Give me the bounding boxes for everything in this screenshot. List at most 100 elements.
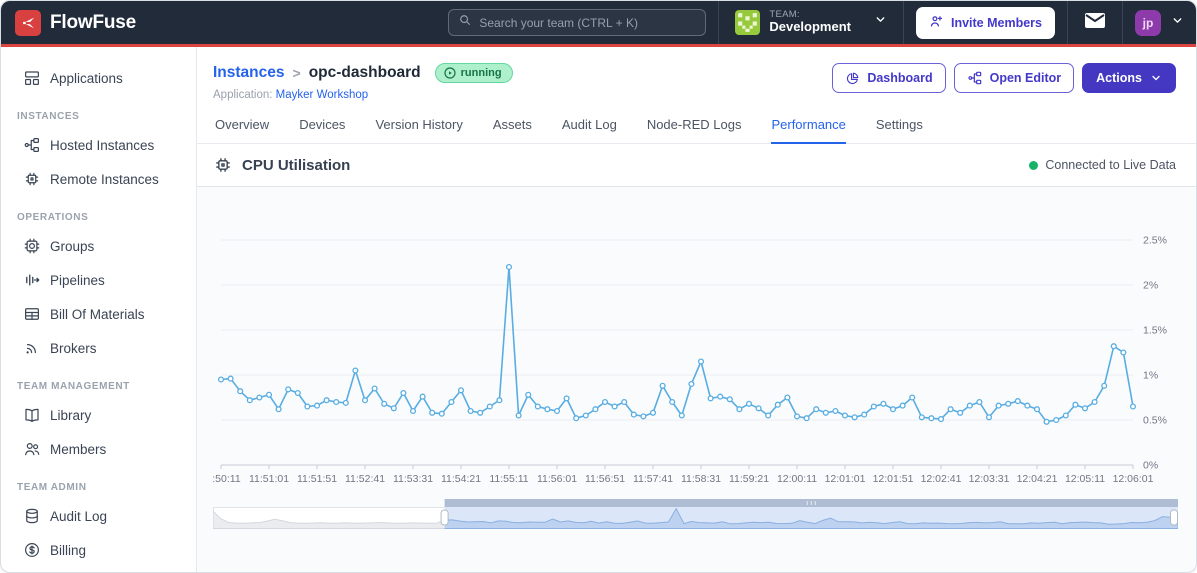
bill-of-materials-icon (25, 308, 39, 320)
sidebar-item-remote-instances[interactable]: Remote Instances (15, 162, 186, 196)
chevron-down-icon (1152, 75, 1160, 81)
brand[interactable]: FlowFuse (15, 9, 137, 36)
sidebar-item-library[interactable]: Library (15, 398, 186, 432)
billing-icon (25, 543, 39, 557)
sidebar-item-bill-of-materials[interactable]: Bill Of Materials (15, 297, 186, 331)
svg-text:12:06:01: 12:06:01 (1113, 473, 1154, 485)
sidebar-section-team-management: TEAM MANAGEMENT (17, 381, 130, 392)
chart-pie-icon (847, 72, 859, 84)
pipelines-icon (26, 274, 40, 286)
members-icon (25, 443, 40, 456)
svg-text:11:56:51: 11:56:51 (585, 473, 625, 485)
actions-button-label: Actions (1096, 71, 1142, 85)
svg-text:12:04:21: 12:04:21 (1017, 473, 1058, 485)
svg-text:12:01:51: 12:01:51 (873, 473, 914, 485)
svg-text:11:54:21: 11:54:21 (441, 473, 481, 485)
sidebar-item-pipelines[interactable]: Pipelines (15, 263, 186, 297)
live-status-label: Connected to Live Data (1045, 158, 1176, 172)
sidebar-item-audit-log[interactable]: Audit Log (15, 499, 186, 533)
svg-text:11:56:01: 11:56:01 (537, 473, 577, 485)
dashboard-button-label: Dashboard (867, 71, 933, 85)
svg-text:11:57:41: 11:57:41 (633, 473, 673, 485)
svg-text:0%: 0% (1143, 460, 1158, 472)
data-points (217, 263, 1137, 425)
svg-text:11:51:51: 11:51:51 (297, 473, 337, 485)
invite-members-button[interactable]: Invite Members (915, 6, 1055, 39)
open-editor-button-label: Open Editor (989, 71, 1062, 85)
svg-text:2%: 2% (1143, 280, 1158, 292)
sidebar-item-label: Applications (50, 70, 123, 86)
dashboard-button[interactable]: Dashboard (832, 63, 946, 93)
sidebar-item-label: Brokers (50, 340, 97, 356)
sidebar-item-label: Pipelines (50, 272, 105, 288)
svg-text:1%: 1% (1143, 370, 1158, 382)
svg-text:12:02:41: 12:02:41 (921, 473, 962, 485)
tab-version-history[interactable]: Version History (375, 117, 462, 144)
sidebar-item-label: Library (50, 407, 92, 423)
main-content: Instances > opc-dashboard running Applic… (197, 47, 1196, 572)
tab-assets[interactable]: Assets (493, 117, 532, 144)
library-icon (25, 408, 39, 422)
brand-name: FlowFuse (50, 11, 137, 33)
svg-text:0.5%: 0.5% (1143, 415, 1167, 427)
chart-datazoom-slider[interactable] (213, 499, 1178, 529)
divider (1067, 1, 1068, 44)
sidebar-item-label: Members (50, 441, 107, 457)
breadcrumb-separator: > (292, 65, 301, 81)
tab-overview[interactable]: Overview (215, 117, 269, 144)
open-editor-button[interactable]: Open Editor (953, 63, 1075, 93)
sidebar-item-hosted-instances[interactable]: Hosted Instances (15, 128, 186, 162)
datazoom-right-handle[interactable] (1170, 509, 1178, 526)
sidebar-item-label: Groups (50, 238, 95, 254)
team-selector[interactable]: TEAM: Development (731, 9, 891, 36)
flowfuse-logo-icon (15, 9, 41, 36)
cpu-utilisation-chart[interactable]: 0% 0.5% 1% 1.5% 2% 2.5% 11:50:11 11:51:01 11:51:… (213, 195, 1178, 495)
tab-audit-log[interactable]: Audit Log (562, 117, 617, 144)
user-menu[interactable]: jp (1135, 9, 1184, 36)
search-input[interactable] (479, 15, 697, 30)
user-avatar: jp (1135, 9, 1161, 36)
divider (902, 1, 904, 44)
tab-node-red-logs[interactable]: Node-RED Logs (647, 117, 742, 144)
sidebar-item-brokers[interactable]: Brokers (15, 331, 186, 365)
editor-nodes-icon (968, 71, 981, 85)
svg-text:12:01:01: 12:01:01 (825, 473, 866, 485)
svg-text:11:52:41: 11:52:41 (345, 473, 385, 485)
sidebar-item-label: Hosted Instances (50, 137, 155, 153)
x-axis-labels: 11:50:11 11:51:01 11:51:51 11:52:41 11:53:31… (213, 465, 1154, 485)
sidebar-item-label: Remote Instances (50, 171, 159, 187)
breadcrumb-instances-link[interactable]: Instances (213, 64, 285, 82)
svg-text:1.5%: 1.5% (1143, 325, 1167, 337)
chevron-down-icon (874, 13, 887, 31)
team-search[interactable] (448, 9, 707, 36)
applications-icon (25, 71, 39, 85)
sidebar-section-team-admin: TEAM ADMIN (17, 482, 87, 493)
sidebar-item-applications[interactable]: Applications (15, 61, 186, 95)
svg-text:11:50:11: 11:50:11 (213, 473, 241, 485)
chevron-down-icon (1171, 14, 1184, 32)
tab-performance[interactable]: Performance (771, 117, 846, 144)
team-avatar (735, 9, 761, 35)
datazoom-left-handle[interactable] (440, 509, 449, 526)
sidebar-item-label: Billing (50, 542, 87, 558)
svg-text:11:53:31: 11:53:31 (393, 473, 433, 485)
divider (1122, 1, 1123, 44)
tab-devices[interactable]: Devices (299, 117, 345, 144)
sidebar-item-team-settings[interactable]: Team Settings (15, 567, 186, 572)
sidebar-item-members[interactable]: Members (15, 432, 186, 466)
svg-text:11:55:11: 11:55:11 (489, 473, 528, 485)
instance-tabs: Overview Devices Version History Assets … (197, 117, 1196, 144)
search-icon (458, 13, 472, 32)
sidebar-item-label: Audit Log (50, 508, 108, 524)
sidebar-section-instances: INSTANCES (17, 111, 80, 122)
invite-members-label: Invite Members (950, 15, 1042, 30)
sidebar-item-billing[interactable]: Billing (15, 533, 186, 567)
svg-text:11:59:21: 11:59:21 (729, 473, 769, 485)
notifications-button[interactable] (1080, 12, 1110, 34)
divider (718, 1, 720, 44)
tab-settings[interactable]: Settings (876, 117, 923, 144)
application-link[interactable]: Mayker Workshop (276, 89, 368, 101)
actions-button[interactable]: Actions (1082, 63, 1176, 93)
svg-text:12:03:31: 12:03:31 (969, 473, 1010, 485)
sidebar-item-groups[interactable]: Groups (15, 229, 186, 263)
